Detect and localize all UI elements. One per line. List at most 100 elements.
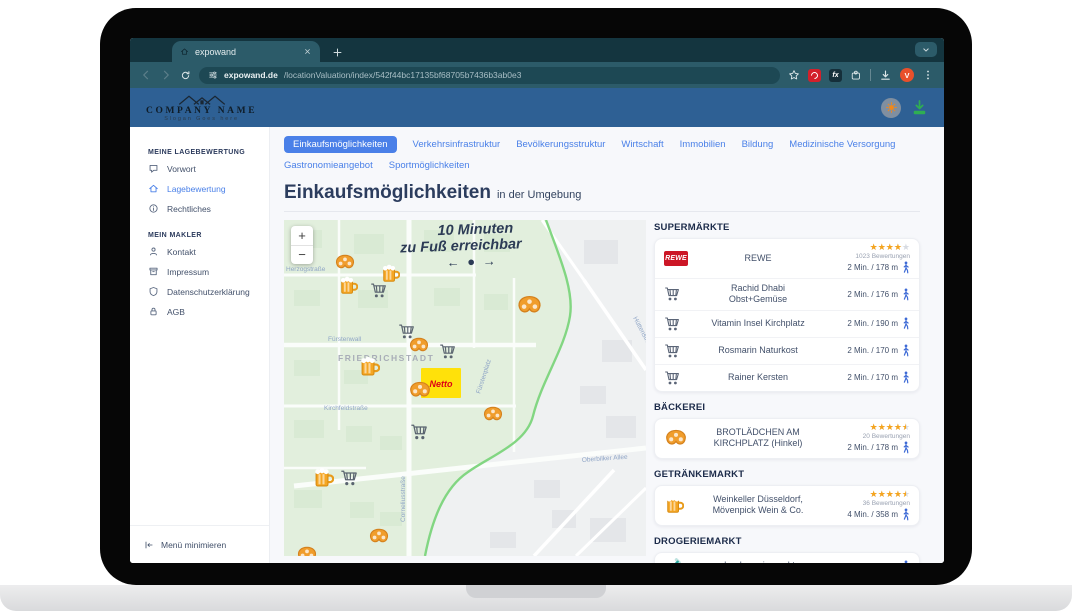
map[interactable]: HerzogstraßeFürstenwallFRIEDRICHSTADTKir… xyxy=(284,220,646,556)
category-tab-3[interactable]: Bevölkerungsstruktur xyxy=(516,139,605,150)
i-walk-icon xyxy=(902,261,910,274)
list-item[interactable]: Rainer Kersten2 Min. / 170 m xyxy=(655,364,919,391)
category-tab-6[interactable]: Bildung xyxy=(742,139,774,150)
listing-card: dm-drogerie markt 5 Min. / 452 m xyxy=(654,552,920,564)
distance-value: 4 Min. / 358 m xyxy=(847,510,898,519)
company-name: COMPANY NAME xyxy=(146,106,257,116)
fx-extension-icon[interactable]: fx xyxy=(829,69,842,82)
list-item[interactable]: dm-drogerie markt 5 Min. / 452 m xyxy=(655,553,919,564)
pretzel-map-marker[interactable] xyxy=(299,547,316,556)
collapse-menu-button[interactable]: Menü minimieren xyxy=(130,525,269,563)
extensions-puzzle-icon[interactable] xyxy=(850,69,862,81)
forward-button[interactable] xyxy=(160,69,172,81)
list-item-name: dm-drogerie markt xyxy=(698,560,818,563)
sidebar-item-vorwort[interactable]: Vorwort xyxy=(130,158,269,178)
download-report-button[interactable] xyxy=(911,99,928,116)
page-subtitle: in der Umgebung xyxy=(497,189,581,201)
list-item-icon-cell xyxy=(664,429,698,447)
list-item[interactable]: Rachid Dhabi Obst+Gemüse2 Min. / 176 m xyxy=(655,278,919,310)
street-label: Kirchfeldstraße xyxy=(324,405,368,412)
app-header: COMPANY NAME Slogan Goes here xyxy=(130,88,944,127)
i-cart-icon xyxy=(664,370,680,386)
browser-tab[interactable]: expowand xyxy=(172,41,320,62)
category-tab-9[interactable]: Sportmöglichkeiten xyxy=(389,160,470,171)
back-button[interactable] xyxy=(140,69,152,81)
downloads-button[interactable] xyxy=(879,69,892,82)
list-item[interactable]: Vitamin Insel Kirchplatz 2 Min. / 190 m xyxy=(655,310,919,337)
star-rating: ★★★★★★★★★★ xyxy=(870,490,910,499)
adobe-extension-icon[interactable] xyxy=(808,69,821,82)
category-tab-4[interactable]: Wirtschaft xyxy=(621,139,663,150)
browser-tabstrip: expowand xyxy=(130,38,944,62)
sidebar: MEINE LAGEBEWERTUNGVorwortLagebewertungR… xyxy=(130,127,270,563)
site-settings-tune-icon[interactable] xyxy=(208,70,218,80)
list-item-name: Rosmarin Naturkost xyxy=(698,345,818,356)
distance-value: 2 Min. / 190 m xyxy=(847,319,898,328)
list-item-icon-cell xyxy=(664,286,698,302)
sun-icon xyxy=(885,101,898,114)
list-item[interactable]: Weinkeller Düsseldorf, Mövenpick Wein & … xyxy=(655,486,919,525)
i-walk-icon xyxy=(902,288,910,301)
sidebar-section-title-1: MEINE LAGEBEWERTUNG xyxy=(130,149,269,158)
list-item[interactable]: REWEREWE★★★★★★★★★★1023 Bewertungen2 Min.… xyxy=(655,239,919,278)
category-tabs: Einkaufsmöglichkeiten Verkehrsinfrastrukt… xyxy=(284,136,920,171)
pretzel-map-marker[interactable] xyxy=(337,255,354,267)
pretzel-map-marker[interactable] xyxy=(411,382,430,396)
page-title: Einkaufsmöglichkeiten xyxy=(284,182,491,203)
sidebar-section-title-2: MEIN MAKLER xyxy=(130,232,269,241)
profile-avatar[interactable]: V xyxy=(900,68,914,82)
new-tab-button[interactable] xyxy=(332,47,343,58)
sidebar-item-datenschutzerkl-rung[interactable]: Datenschutzerklärung xyxy=(130,281,269,301)
category-tab-5[interactable]: Immobilien xyxy=(680,139,726,150)
category-tab-7[interactable]: Medizinische Versorgung xyxy=(789,139,895,150)
company-slogan: Slogan Goes here xyxy=(164,116,239,122)
i-walk-icon xyxy=(902,508,910,521)
list-item-icon-cell xyxy=(664,495,698,515)
distance-value: 2 Min. / 170 m xyxy=(847,346,898,355)
list-item-name: Vitamin Insel Kirchplatz xyxy=(698,318,818,329)
category-tab-8[interactable]: Gastronomieangebot xyxy=(284,160,373,171)
url-bar[interactable]: expowand.de/locationValuation/index/542f… xyxy=(199,67,780,84)
window-chevron-button[interactable] xyxy=(915,42,937,57)
list-item-meta: 5 Min. / 452 m xyxy=(818,560,910,564)
tab-close-icon[interactable] xyxy=(303,47,312,56)
distance-value: 2 Min. / 170 m xyxy=(847,373,898,382)
i-cart-icon xyxy=(664,343,680,359)
map-zoom-out-button[interactable]: − xyxy=(291,245,313,264)
pretzel-map-marker[interactable] xyxy=(519,297,540,312)
sidebar-item-agb[interactable]: AGB xyxy=(130,301,269,321)
list-item-icon-cell xyxy=(664,557,698,563)
i-home2-icon xyxy=(148,183,159,194)
distance-line: 4 Min. / 358 m xyxy=(847,508,910,521)
sidebar-item-kontakt[interactable]: Kontakt xyxy=(130,241,269,261)
distance-line: 2 Min. / 170 m xyxy=(847,344,910,357)
pretzel-map-marker[interactable] xyxy=(411,338,428,350)
listing-card: REWEREWE★★★★★★★★★★1023 Bewertungen2 Min.… xyxy=(654,238,920,392)
sidebar-item-label: Impressum xyxy=(167,267,209,277)
list-item-meta: ★★★★★★★★★★20 Bewertungen2 Min. / 178 m xyxy=(818,423,910,454)
distance-line: 5 Min. / 452 m xyxy=(847,560,910,564)
pretzel-map-marker[interactable] xyxy=(485,407,502,419)
list-item[interactable]: Rosmarin Naturkost 2 Min. / 170 m xyxy=(655,337,919,364)
sidebar-item-lagebewertung[interactable]: Lagebewertung xyxy=(130,178,269,198)
pretzel-map-marker[interactable] xyxy=(371,529,388,541)
list-item[interactable]: BROTLÄDCHEN AM KIRCHPLATZ (Hinkel)★★★★★★… xyxy=(655,419,919,458)
street-label: Corneliusstraße xyxy=(400,476,407,522)
category-tab-2[interactable]: Verkehrsinfrastruktur xyxy=(413,139,501,150)
reload-button[interactable] xyxy=(180,70,191,81)
sidebar-nav: MEINE LAGEBEWERTUNGVorwortLagebewertungR… xyxy=(130,149,269,321)
listing-section-heading: DROGERIEMARKT xyxy=(654,536,920,547)
list-item-icon-cell: REWE xyxy=(664,251,698,266)
street-label: Fürstenwall xyxy=(328,336,362,343)
listing-section-heading: SUPERMÄRKTE xyxy=(654,222,920,233)
sidebar-item-rechtliches[interactable]: Rechtliches xyxy=(130,198,269,218)
bookmark-star-icon[interactable] xyxy=(788,69,800,81)
theme-sun-button[interactable] xyxy=(881,98,901,118)
map-zoom-in-button[interactable]: + xyxy=(291,226,313,245)
sidebar-item-impressum[interactable]: Impressum xyxy=(130,261,269,281)
menu-dots-icon[interactable] xyxy=(922,69,934,81)
i-walk-icon xyxy=(902,441,910,454)
category-tab-1[interactable]: Einkaufsmöglichkeiten xyxy=(284,136,397,153)
sidebar-item-label: AGB xyxy=(167,307,185,317)
street-label: Herzogstraße xyxy=(286,266,326,273)
